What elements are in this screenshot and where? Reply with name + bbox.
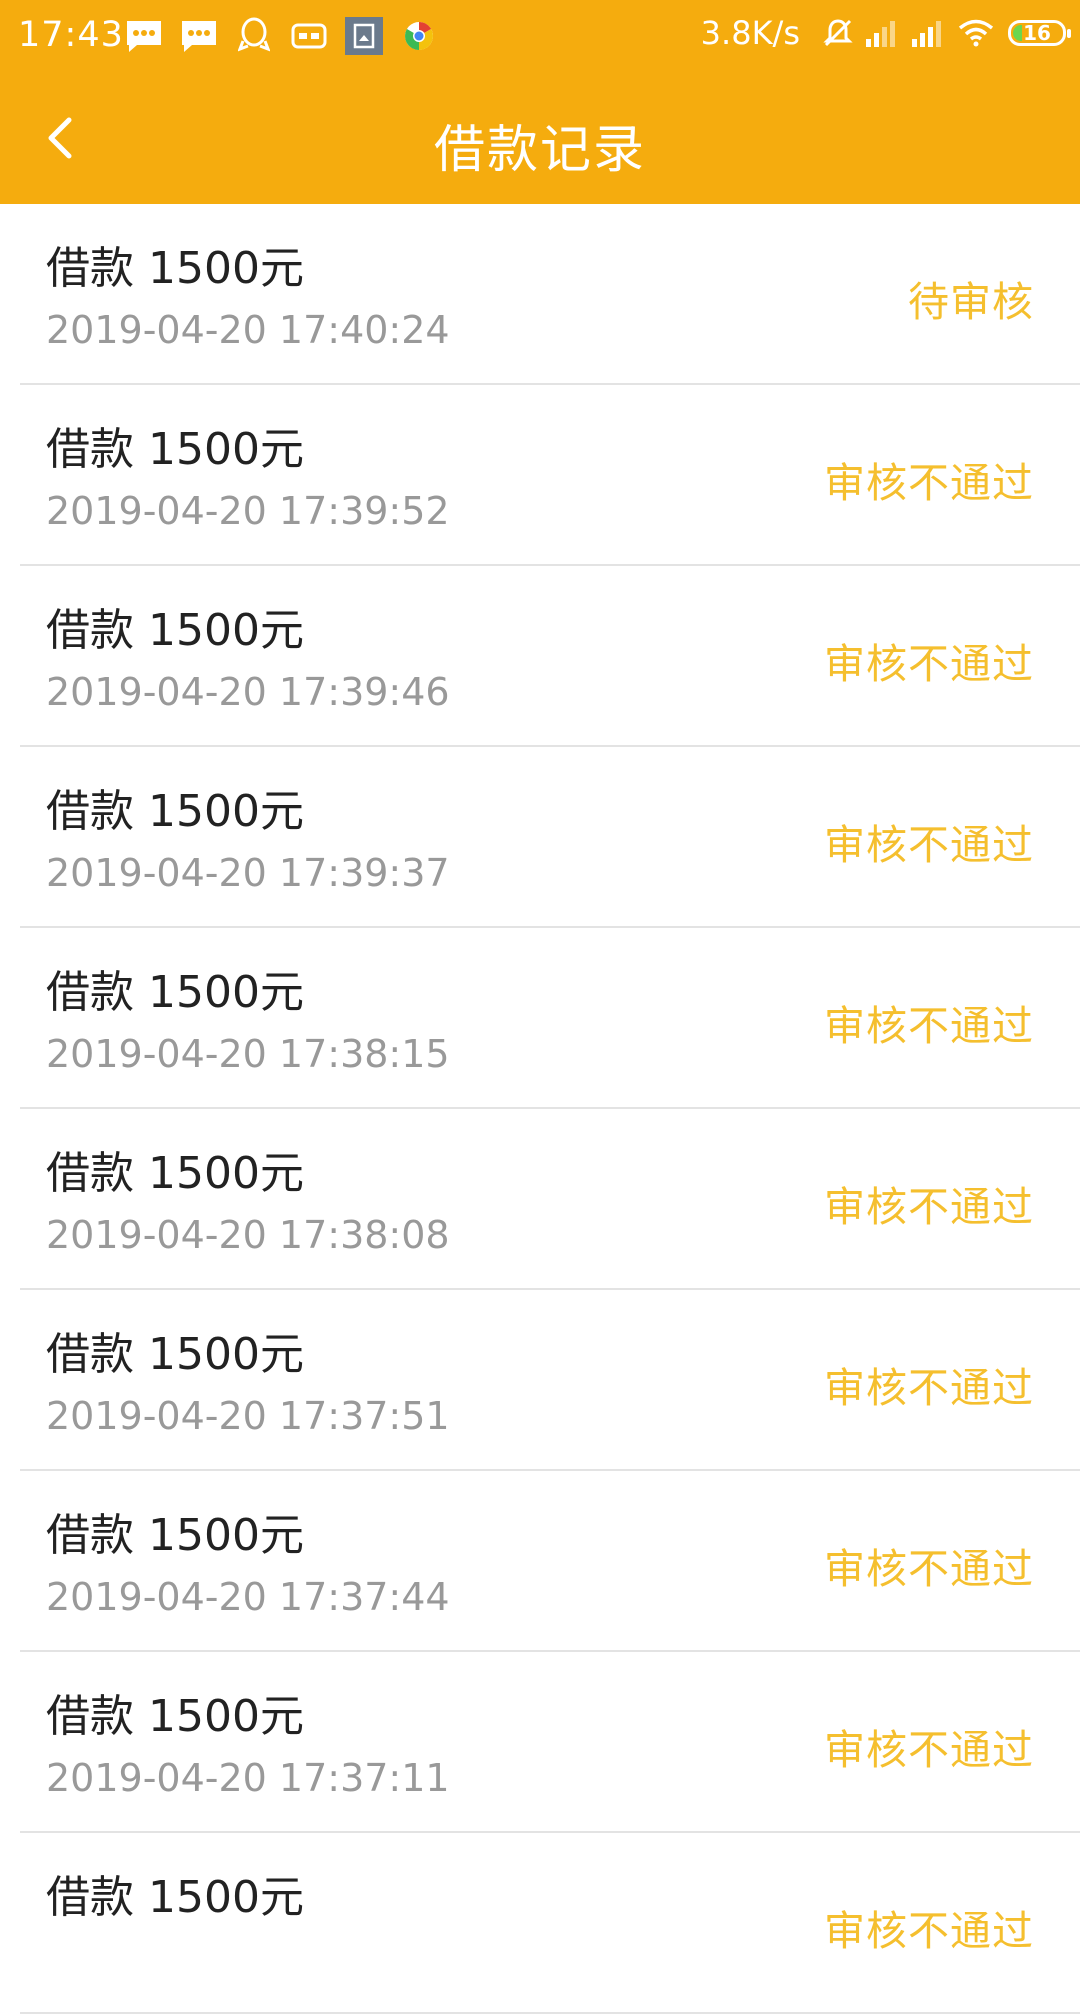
status-badge: 审核不通过	[824, 1545, 1034, 1593]
app-header: 17:43 3.8K/s 16 借款记录	[0, 0, 1080, 204]
page-title: 借款记录	[433, 121, 646, 180]
status-badge: 审核不通过	[824, 1364, 1034, 1412]
list-item[interactable]: 借款 1500元 2019-04-20 17:38:08 审核不通过	[20, 1109, 1080, 1290]
gallery-icon	[344, 16, 384, 56]
loan-record-list: 借款 1500元 2019-04-20 17:40:24 待审核 借款 1500…	[0, 204, 1080, 2014]
list-item[interactable]: 借款 1500元 2019-04-20 17:40:24 待审核	[20, 204, 1080, 385]
status-badge: 审核不通过	[824, 1002, 1034, 1050]
loan-time: 2019-04-20 17:37:44	[46, 1575, 450, 1619]
list-item[interactable]: 借款 1500元 2019-04-20 17:37:11 审核不通过	[20, 1652, 1080, 1833]
loan-time: 2019-04-20 17:39:37	[46, 851, 450, 895]
list-item[interactable]: 借款 1500元 2019-04-20 17:39:52 审核不通过	[20, 385, 1080, 566]
loan-amount: 借款 1500元	[46, 967, 304, 1018]
message-icon	[179, 16, 219, 56]
list-item[interactable]: 借款 1500元 2019-04-20 17:38:15 审核不通过	[20, 928, 1080, 1109]
wifi-icon	[958, 19, 994, 47]
list-item[interactable]: 借款 1500元 2019-04-20 17:37:44 审核不通过	[20, 1471, 1080, 1652]
qq-icon	[234, 16, 274, 56]
status-time: 17:43	[18, 15, 124, 55]
status-badge: 审核不通过	[824, 821, 1034, 869]
loan-amount: 借款 1500元	[46, 1872, 304, 1923]
status-badge: 审核不通过	[824, 1907, 1034, 1955]
loan-amount: 借款 1500元	[46, 605, 304, 656]
net-speed: 3.8K/s	[700, 14, 800, 52]
loan-amount: 借款 1500元	[46, 424, 304, 475]
status-badge: 审核不通过	[824, 640, 1034, 688]
signal-icon	[866, 19, 900, 47]
loan-time: 2019-04-20 17:39:46	[46, 670, 450, 714]
status-system-icons: 3.8K/s 16	[700, 14, 1071, 52]
list-item[interactable]: 借款 1500元 2019-04-20 17:39:37 审核不通过	[20, 747, 1080, 928]
notification-icons	[124, 16, 454, 56]
battery-icon: 16	[1008, 20, 1071, 46]
loan-amount: 借款 1500元	[46, 1148, 304, 1199]
loan-amount: 借款 1500元	[46, 1510, 304, 1561]
vr-icon	[289, 16, 329, 56]
loan-amount: 借款 1500元	[46, 243, 304, 294]
list-item[interactable]: 借款 1500元 审核不通过	[20, 1833, 1080, 2014]
loan-time: 2019-04-20 17:37:51	[46, 1394, 450, 1438]
status-badge: 审核不通过	[824, 1726, 1034, 1774]
nav-bar: 借款记录	[0, 86, 1080, 194]
status-badge: 审核不通过	[824, 1183, 1034, 1231]
battery-level: 16	[1023, 21, 1051, 45]
loan-amount: 借款 1500元	[46, 1691, 304, 1742]
status-badge: 审核不通过	[824, 459, 1034, 507]
list-item[interactable]: 借款 1500元 2019-04-20 17:39:46 审核不通过	[20, 566, 1080, 747]
status-badge: 待审核	[908, 278, 1034, 326]
loan-time: 2019-04-20 17:38:08	[46, 1213, 450, 1257]
loan-amount: 借款 1500元	[46, 786, 304, 837]
loan-time: 2019-04-20 17:39:52	[46, 489, 450, 533]
signal-icon	[912, 19, 946, 47]
chrome-icon	[399, 16, 439, 56]
loan-amount: 借款 1500元	[46, 1329, 304, 1380]
list-item[interactable]: 借款 1500元 2019-04-20 17:37:51 审核不通过	[20, 1290, 1080, 1471]
message-icon	[124, 16, 164, 56]
loan-time: 2019-04-20 17:40:24	[46, 308, 450, 352]
status-bar: 17:43 3.8K/s 16	[0, 0, 1080, 72]
mute-icon	[822, 17, 854, 49]
loan-time: 2019-04-20 17:38:15	[46, 1032, 450, 1076]
loan-time: 2019-04-20 17:37:11	[46, 1756, 450, 1800]
